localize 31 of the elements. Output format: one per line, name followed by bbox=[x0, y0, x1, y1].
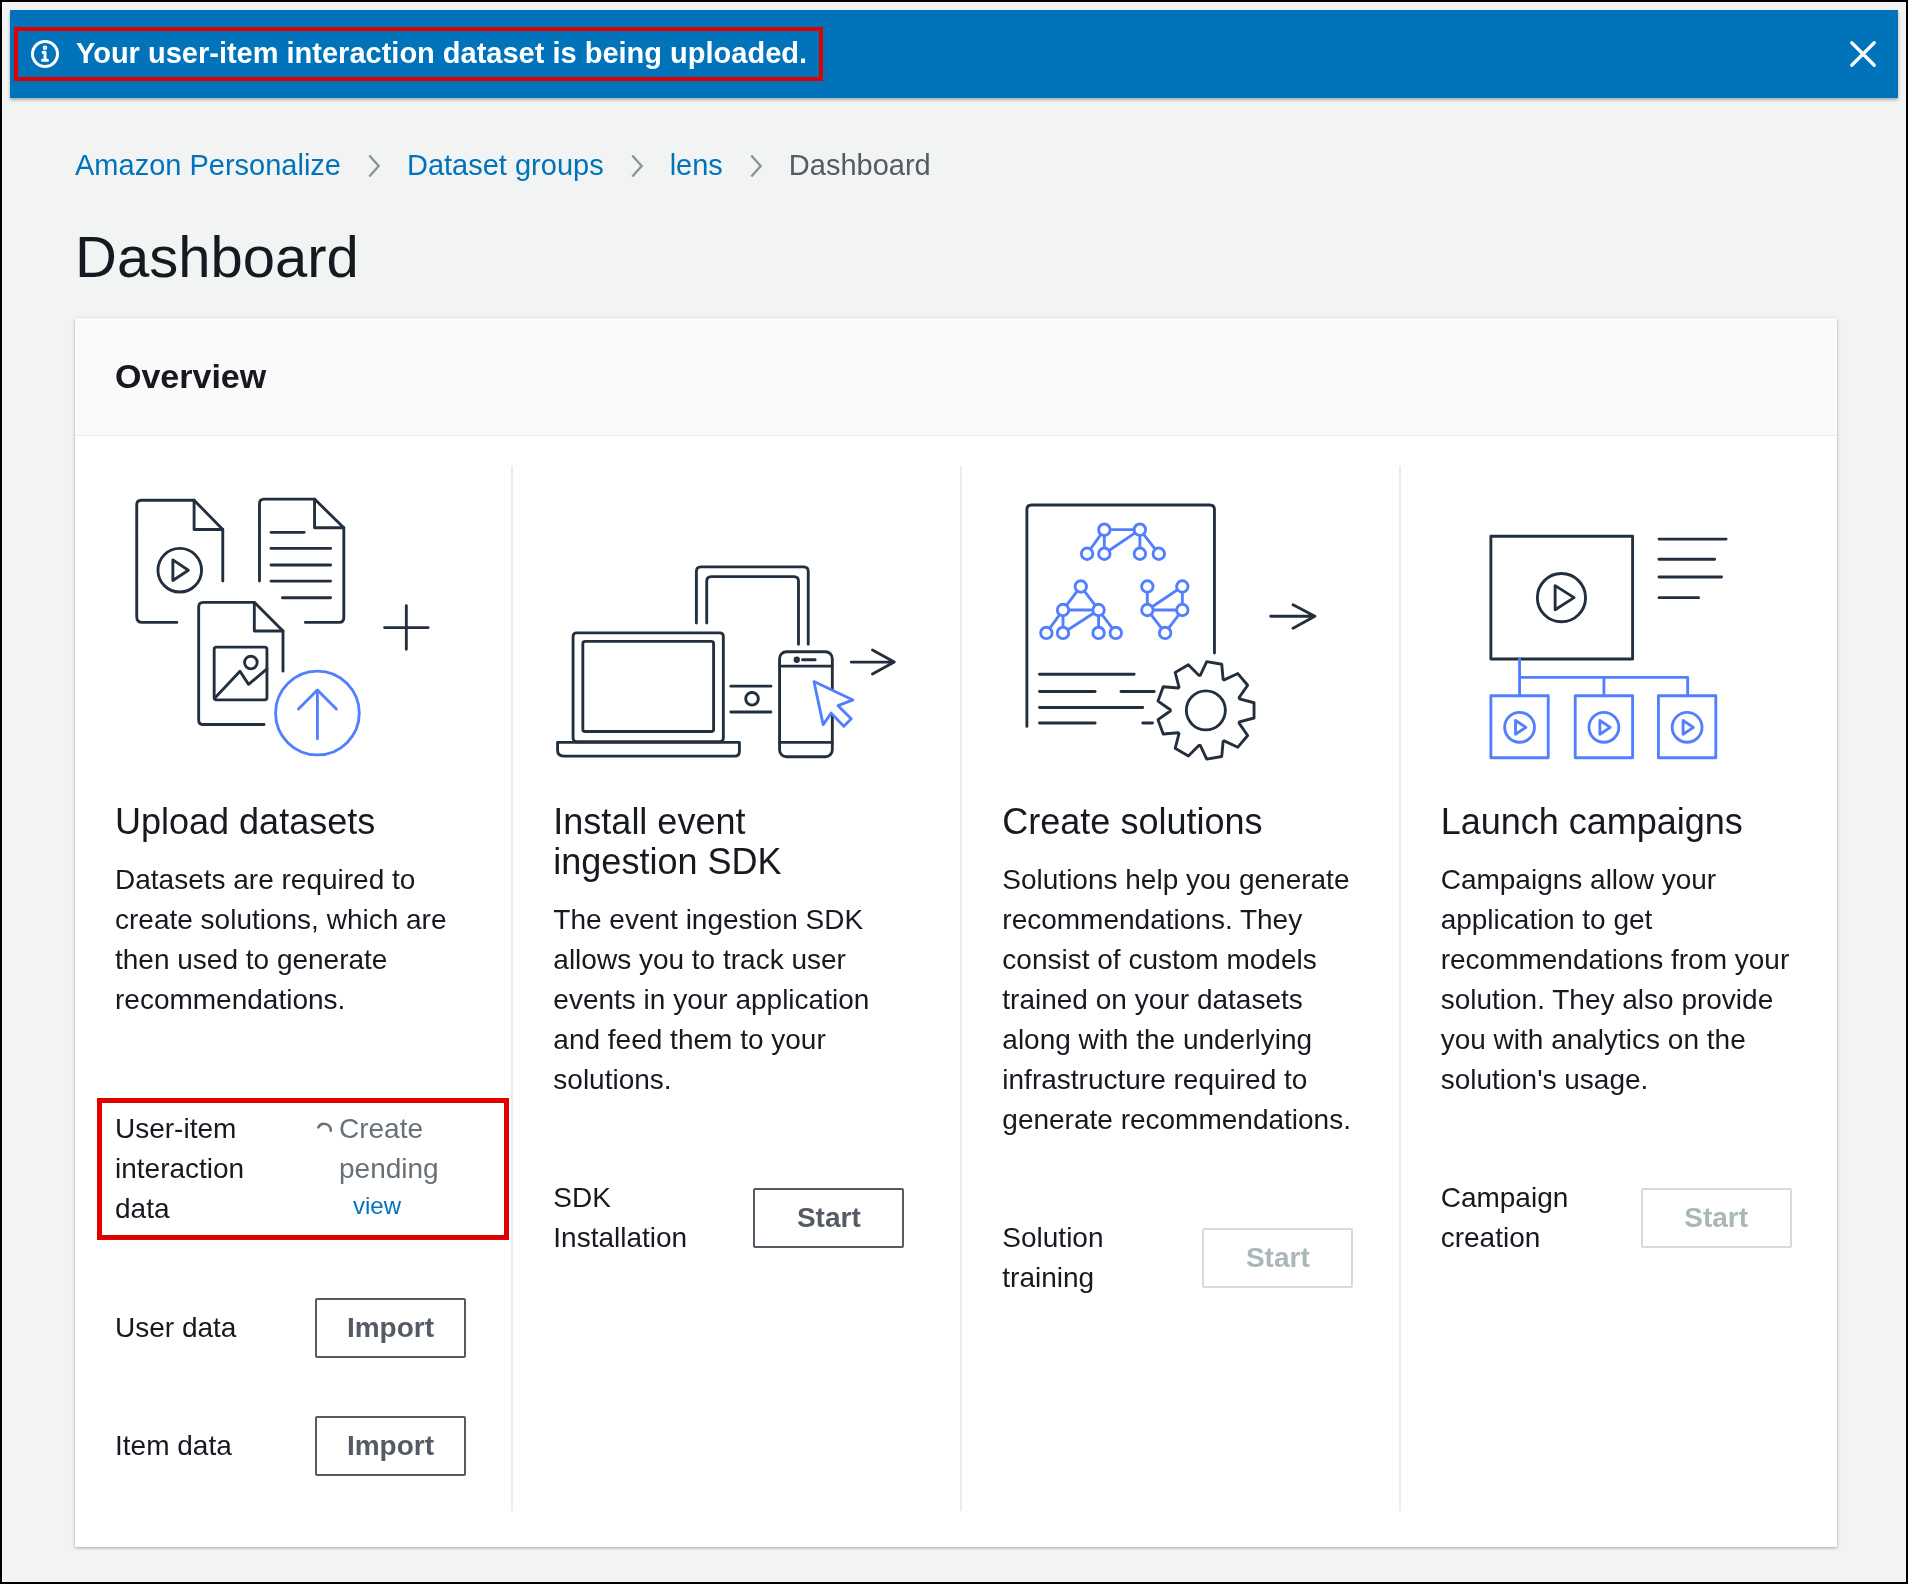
page-title: Dashboard bbox=[75, 223, 360, 291]
chevron-right-icon bbox=[629, 152, 644, 180]
chevron-right-icon bbox=[748, 152, 763, 180]
action-label: Solution training bbox=[1002, 1221, 1105, 1295]
action-button[interactable]: Import bbox=[315, 1416, 466, 1476]
action-button[interactable]: Import bbox=[315, 1298, 466, 1358]
action-label: SDK Installation bbox=[553, 1181, 689, 1255]
dataset-label: User-item interaction data bbox=[115, 1112, 246, 1226]
action-label: Item data bbox=[115, 1429, 233, 1463]
column-heading: Upload datasets bbox=[115, 802, 377, 842]
close-icon[interactable] bbox=[1848, 39, 1878, 69]
status-text: Create pending bbox=[339, 1112, 440, 1186]
chevron-right-icon bbox=[367, 152, 381, 180]
info-icon bbox=[30, 39, 60, 69]
view-link[interactable]: view bbox=[353, 1189, 401, 1223]
breadcrumb-link[interactable]: Dataset groups bbox=[407, 144, 604, 188]
column-description: The event ingestion SDK allows you to track user events in your application and feed them to your solutions. bbox=[553, 903, 871, 1097]
column-heading: Launch campaigns bbox=[1440, 802, 1744, 842]
column-description: Campaigns allow your application to get recommendations from your solution. They also provide you with analytics on the solution's usage. bbox=[1440, 863, 1791, 1097]
column-heading: Create solutions bbox=[1002, 802, 1264, 842]
action-label: User data bbox=[115, 1311, 238, 1345]
column-description: Datasets are required to create solutions, which are then used to generate recommendations. bbox=[115, 863, 448, 1017]
action-button[interactable]: Start bbox=[753, 1188, 905, 1248]
breadcrumb-link[interactable]: Amazon Personalize bbox=[75, 144, 341, 188]
card-title: Overview bbox=[115, 356, 267, 397]
column-heading: Install event ingestion SDK bbox=[553, 802, 783, 882]
column-description: Solutions help you generate recommendations. They consist of custom models trained on your datasets along with the underlying infrastructure required to generate recommendations. bbox=[1002, 863, 1352, 1137]
breadcrumb-link[interactable]: lens bbox=[669, 144, 723, 188]
action-label: Campaign creation bbox=[1440, 1181, 1570, 1255]
banner-message: Your user-item interaction dataset is being uploaded. bbox=[76, 36, 808, 72]
breadcrumb-current: Dashboard bbox=[788, 148, 931, 184]
